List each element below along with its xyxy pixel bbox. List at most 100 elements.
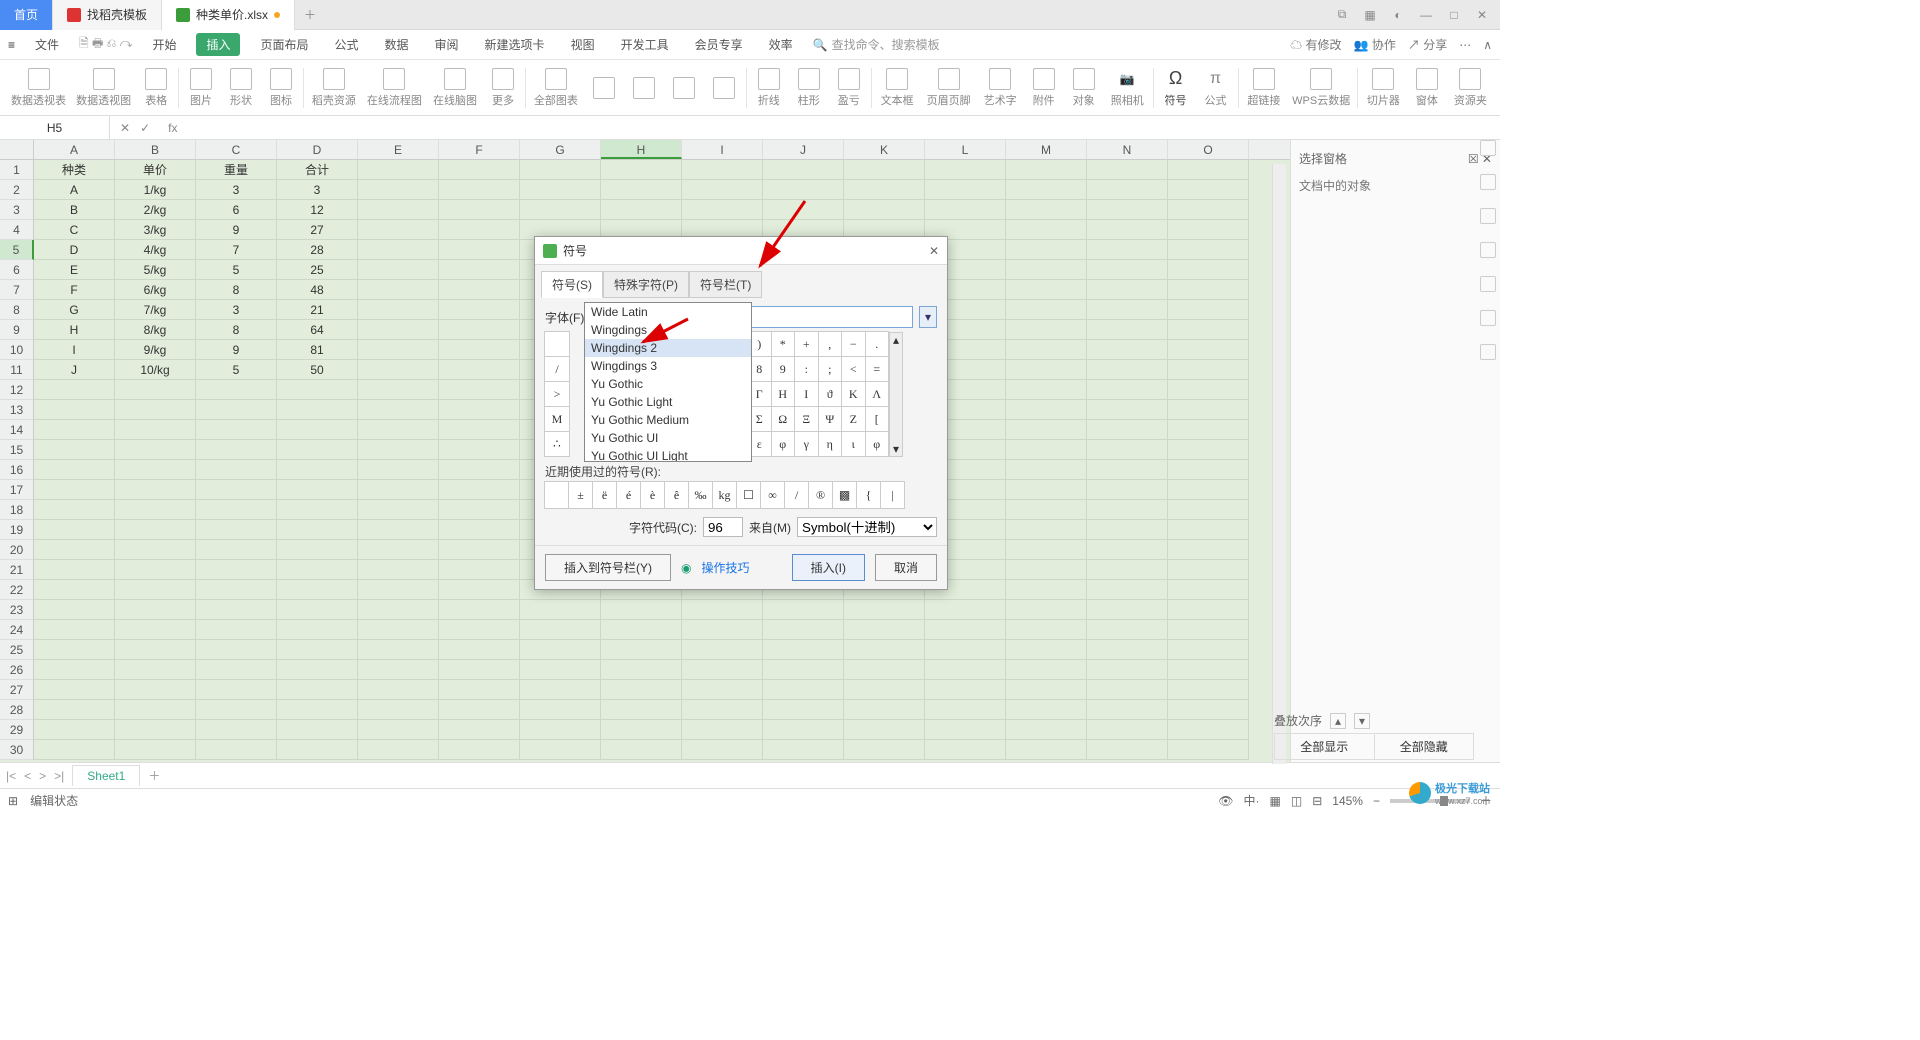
symbol-cell[interactable]: [544, 331, 570, 357]
cell[interactable]: [1006, 160, 1087, 180]
cell[interactable]: [1006, 700, 1087, 720]
cell[interactable]: [925, 740, 1006, 760]
recent-symbol[interactable]: ®: [808, 481, 833, 509]
cell[interactable]: [358, 200, 439, 220]
cell[interactable]: [1006, 320, 1087, 340]
ribbon-table[interactable]: 表格: [136, 68, 176, 108]
cell[interactable]: 12: [277, 200, 358, 220]
cell[interactable]: 单价: [115, 160, 196, 180]
recent-symbol[interactable]: ☐: [736, 481, 761, 509]
cell[interactable]: [1168, 380, 1249, 400]
cell[interactable]: [439, 540, 520, 560]
symbol-cell[interactable]: ;: [818, 356, 843, 382]
symbol-cell[interactable]: [: [865, 406, 890, 432]
cell[interactable]: [277, 640, 358, 660]
cell[interactable]: [358, 520, 439, 540]
symbol-cell[interactable]: Ψ: [818, 406, 843, 432]
column-header[interactable]: D: [277, 140, 358, 159]
cell[interactable]: [439, 520, 520, 540]
cell[interactable]: [601, 160, 682, 180]
cell[interactable]: [439, 320, 520, 340]
cell[interactable]: [1006, 620, 1087, 640]
side-icon[interactable]: [1480, 242, 1496, 258]
fx-icon[interactable]: fx: [160, 121, 185, 135]
tab-home[interactable]: 首页: [0, 0, 53, 30]
cell[interactable]: [358, 640, 439, 660]
recent-symbol[interactable]: ▩: [832, 481, 857, 509]
tab-templates[interactable]: 找稻壳模板: [53, 0, 162, 30]
cell[interactable]: [196, 660, 277, 680]
row-header[interactable]: 19: [0, 520, 34, 540]
cell[interactable]: [520, 740, 601, 760]
view-normal-icon[interactable]: ▦: [1270, 794, 1281, 808]
add-sheet-button[interactable]: ＋: [148, 767, 160, 784]
cell[interactable]: [115, 420, 196, 440]
file-menu[interactable]: 文件: [29, 33, 65, 56]
cell[interactable]: [358, 620, 439, 640]
cell[interactable]: [358, 600, 439, 620]
cell[interactable]: [520, 600, 601, 620]
cell[interactable]: [34, 740, 115, 760]
cell[interactable]: [439, 460, 520, 480]
cell[interactable]: [277, 480, 358, 500]
cell[interactable]: [682, 640, 763, 660]
column-header[interactable]: G: [520, 140, 601, 159]
cancel-icon[interactable]: ✕: [120, 121, 130, 135]
row-header[interactable]: 10: [0, 340, 34, 360]
cell[interactable]: [682, 620, 763, 640]
cell[interactable]: 48: [277, 280, 358, 300]
cell[interactable]: [1087, 240, 1168, 260]
cell[interactable]: [34, 580, 115, 600]
symbol-cell[interactable]: *: [771, 331, 796, 357]
ribbon-object[interactable]: 对象: [1064, 68, 1104, 108]
cell[interactable]: [1168, 320, 1249, 340]
minimize-button[interactable]: —: [1416, 5, 1436, 25]
cell[interactable]: [196, 420, 277, 440]
cell[interactable]: [277, 720, 358, 740]
cell[interactable]: [1087, 420, 1168, 440]
ribbon-chart4[interactable]: [704, 77, 744, 99]
cell[interactable]: [682, 660, 763, 680]
cell[interactable]: [439, 680, 520, 700]
cell[interactable]: [925, 640, 1006, 660]
cell[interactable]: [1087, 300, 1168, 320]
ribbon-chart2[interactable]: [624, 77, 664, 99]
ribbon-header-footer[interactable]: 页眉页脚: [921, 68, 977, 108]
cell[interactable]: [34, 600, 115, 620]
cell[interactable]: [925, 720, 1006, 740]
cell[interactable]: [34, 720, 115, 740]
cell[interactable]: 8/kg: [115, 320, 196, 340]
cell[interactable]: [601, 620, 682, 640]
cell[interactable]: 6: [196, 200, 277, 220]
chevron-icon[interactable]: ∧: [1483, 38, 1492, 52]
add-tab-button[interactable]: ＋: [295, 6, 325, 23]
cell[interactable]: [844, 640, 925, 660]
cell[interactable]: [439, 660, 520, 680]
cell[interactable]: [277, 680, 358, 700]
cell[interactable]: [682, 680, 763, 700]
menu-item[interactable]: 新建选项卡: [479, 33, 551, 56]
cell[interactable]: [763, 740, 844, 760]
cell[interactable]: [277, 580, 358, 600]
cell[interactable]: [1006, 640, 1087, 660]
cell[interactable]: [1006, 580, 1087, 600]
cell[interactable]: [115, 560, 196, 580]
row-header[interactable]: 6: [0, 260, 34, 280]
cell[interactable]: [1006, 600, 1087, 620]
cell[interactable]: 8: [196, 320, 277, 340]
row-header[interactable]: 27: [0, 680, 34, 700]
ribbon-pivot-table[interactable]: 数据透视表: [6, 68, 71, 108]
column-header[interactable]: F: [439, 140, 520, 159]
cell[interactable]: [1168, 600, 1249, 620]
row-header[interactable]: 5: [0, 240, 34, 260]
cell[interactable]: [196, 380, 277, 400]
font-option[interactable]: Yu Gothic UI: [585, 429, 751, 447]
cell[interactable]: [1168, 160, 1249, 180]
ribbon-slicer[interactable]: 切片器: [1360, 68, 1407, 108]
dialog-close-button[interactable]: ✕: [929, 244, 939, 258]
cell[interactable]: [34, 460, 115, 480]
column-header[interactable]: H: [601, 140, 682, 159]
cell[interactable]: [358, 260, 439, 280]
cell[interactable]: [1168, 660, 1249, 680]
cell[interactable]: [1006, 280, 1087, 300]
